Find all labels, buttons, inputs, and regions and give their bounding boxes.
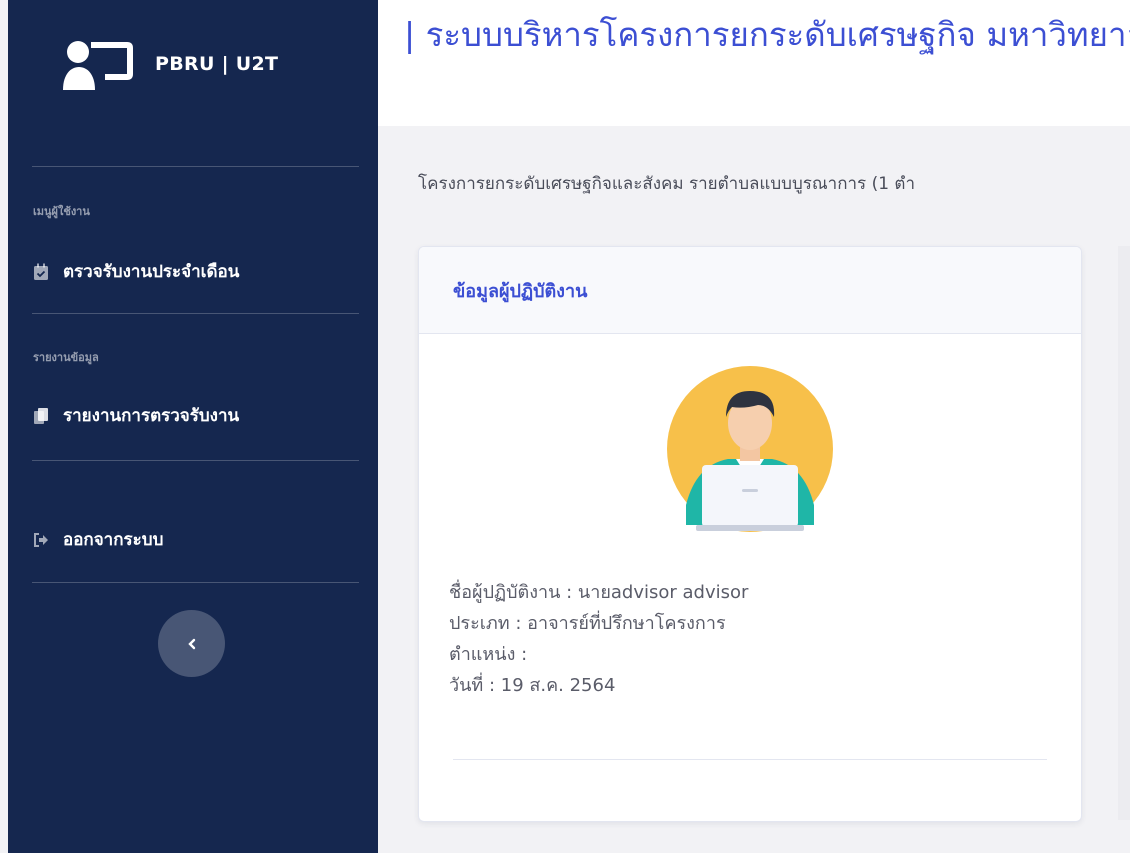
- page-title: | ระบบบริหารโครงการยกระดับเศรษฐกิจ มหาวิ…: [404, 15, 1130, 54]
- sign-out-icon: [34, 532, 48, 547]
- sidebar-divider: [32, 460, 359, 461]
- sidebar-item-label: ตรวจรับงานประจำเดือน: [63, 262, 240, 282]
- chevron-left-icon: [187, 638, 195, 649]
- sidebar-heading-user-menu: เมนูผู้ใช้งาน: [33, 205, 90, 218]
- topbar: | ระบบบริหารโครงการยกระดับเศรษฐกิจ มหาวิ…: [378, 0, 1130, 126]
- user-laptop-avatar: [667, 366, 833, 532]
- worker-position: ตำแหน่ง :: [449, 644, 528, 665]
- logout-label: ออกจากระบบ: [63, 530, 164, 550]
- sidebar-heading-reports: รายงานข้อมูล: [33, 351, 99, 364]
- card-title: ข้อมูลผู้ปฏิบัติงาน: [419, 247, 1081, 334]
- sidebar-toggle-button[interactable]: [158, 610, 225, 677]
- worker-type: ประเภท : อาจารย์ที่ปรึกษาโครงการ: [449, 613, 726, 634]
- sidebar: PBRU | U2T เมนูผู้ใช้งาน ตรวจรับงานประจำ…: [8, 0, 378, 853]
- copy-icon: [34, 407, 48, 424]
- sidebar-divider: [32, 166, 359, 167]
- logout-link[interactable]: ออกจากระบบ: [33, 526, 163, 553]
- card-divider: [453, 759, 1047, 760]
- calendar-check-icon: [34, 263, 48, 280]
- worker-info: ชื่อผู้ปฏิบัติงาน : นายadvisor advisor ป…: [449, 577, 748, 701]
- sidebar-item-inspection-report[interactable]: รายงานการตรวจรับงาน: [33, 402, 239, 429]
- sidebar-divider: [32, 313, 359, 314]
- worker-info-card: ข้อมูลผู้ปฏิบัติงาน ชื่อผู้ปฏิบัติงาน : …: [418, 246, 1082, 822]
- adjacent-card-edge: [1118, 246, 1130, 820]
- project-subtitle: โครงการยกระดับเศรษฐกิจและสังคม รายตำบลแบ…: [418, 174, 916, 194]
- sidebar-divider: [32, 582, 359, 583]
- sidebar-item-label: รายงานการตรวจรับงาน: [63, 406, 240, 426]
- worker-name: ชื่อผู้ปฏิบัติงาน : นายadvisor advisor: [449, 582, 749, 603]
- user-monitor-icon: [63, 41, 133, 90]
- sidebar-item-monthly-inspection[interactable]: ตรวจรับงานประจำเดือน: [33, 258, 239, 285]
- brand-name: PBRU | U2T: [155, 53, 279, 75]
- brand[interactable]: PBRU | U2T: [61, 36, 278, 92]
- worker-date: วันที่ : 19 ส.ค. 2564: [449, 675, 616, 696]
